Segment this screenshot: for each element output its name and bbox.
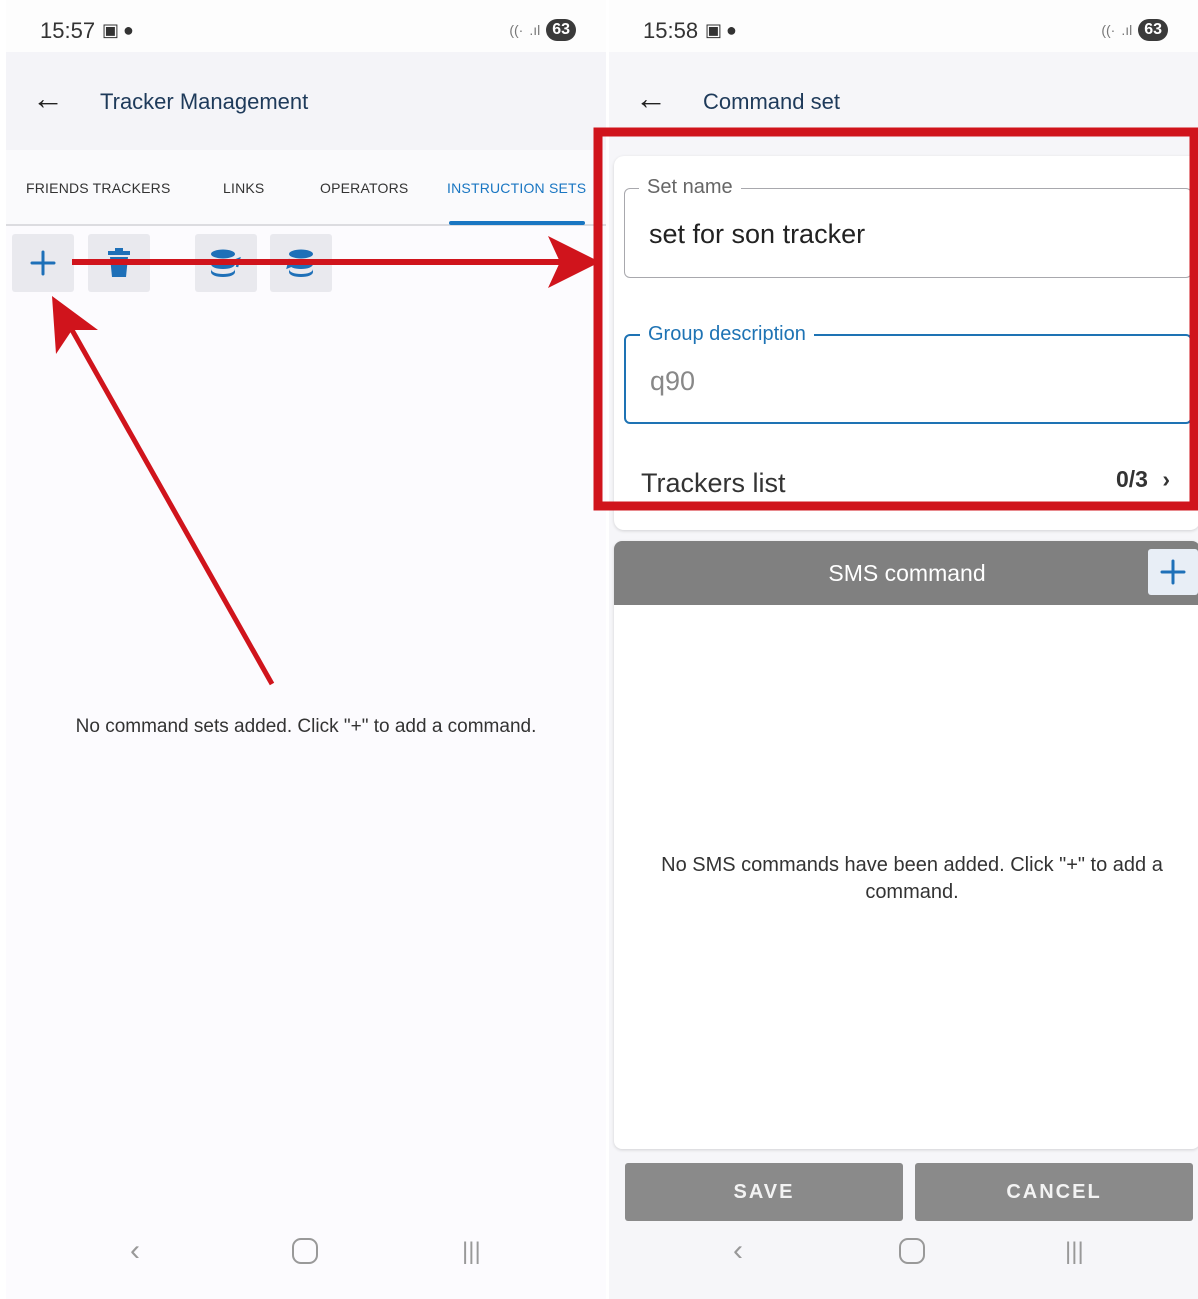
page-title: Command set [703, 89, 840, 114]
system-icons: ((· .ıl 63 [1101, 19, 1168, 41]
signal-icon: .ıl [529, 22, 541, 38]
nav-home-icon[interactable] [292, 1238, 318, 1264]
tab-links[interactable]: LINKS [223, 180, 264, 196]
sms-title: SMS command [828, 560, 986, 586]
status-time: 15:58 [643, 18, 699, 43]
command-set-screen: 15:58 ▣● ((· .ıl 63 ← Command set Set na… [609, 0, 1198, 1299]
delete-set-button[interactable] [88, 234, 150, 292]
tab-bar: FRIENDS TRACKERS LINKS OPERATORS INSTRUC… [6, 150, 606, 226]
export-sets-button[interactable] [195, 234, 257, 292]
save-button[interactable]: SAVE [625, 1163, 903, 1221]
nav-back-icon[interactable]: ‹ [733, 1234, 743, 1268]
sms-header: SMS command [614, 541, 1198, 605]
status-time: 15:57 [40, 18, 96, 43]
group-description-placeholder: q90 [650, 366, 696, 396]
add-sms-command-button[interactable] [1148, 549, 1198, 595]
import-sets-button[interactable] [270, 234, 332, 292]
database-import-icon [286, 249, 313, 277]
set-name-value: set for son tracker [649, 219, 866, 249]
active-tab-indicator [449, 221, 585, 225]
add-icon [1160, 559, 1186, 585]
app-bar: ← Tracker Management [6, 52, 606, 150]
tab-friends-trackers[interactable]: FRIENDS TRACKERS [26, 180, 171, 196]
group-description-field[interactable]: Group description q90 [624, 323, 1192, 424]
system-nav-bar: ‹ ||| [609, 1224, 1198, 1299]
set-name-field[interactable]: Set name set for son tracker [624, 176, 1192, 278]
notification-icons: ▣● [102, 20, 138, 40]
page-title: Tracker Management [100, 89, 309, 114]
nav-recents-icon[interactable]: ||| [462, 1238, 481, 1266]
empty-state-message: No command sets added. Click "+" to add … [75, 716, 537, 737]
tab-operators[interactable]: OPERATORS [320, 180, 408, 196]
group-description-label: Group description [640, 323, 814, 346]
wifi-icon: ((· [509, 22, 524, 38]
signal-icon: .ıl [1121, 22, 1133, 38]
sms-empty-message: No SMS commands have been added. Click "… [661, 854, 1163, 903]
status-bar: 15:58 ▣● ((· .ıl 63 [609, 0, 1198, 52]
back-arrow-icon[interactable]: ← [635, 82, 667, 114]
trackers-list-label[interactable]: Trackers list [641, 468, 786, 499]
back-arrow-icon[interactable]: ← [32, 82, 64, 114]
nav-recents-icon[interactable]: ||| [1065, 1238, 1084, 1266]
nav-home-icon[interactable] [899, 1238, 925, 1264]
trackers-count-value: 0/3 [1115, 466, 1148, 492]
add-set-button[interactable] [12, 234, 74, 292]
notification-icons: ▣● [705, 20, 741, 40]
tab-instruction-sets[interactable]: INSTRUCTION SETS [447, 180, 586, 196]
battery-icon: 63 [546, 19, 576, 41]
chevron-right-icon: › [1162, 466, 1170, 492]
status-bar: 15:57 ▣● ((· .ıl 63 [6, 0, 606, 52]
sms-commands-card: SMS command No SMS commands have been ad… [614, 541, 1198, 1149]
trackers-list-count[interactable]: 0/3 › [1116, 466, 1170, 493]
wifi-icon: ((· [1101, 22, 1116, 38]
app-bar: ← Command set [609, 52, 1198, 150]
battery-icon: 63 [1138, 19, 1168, 41]
system-icons: ((· .ıl 63 [509, 19, 576, 41]
database-export-icon [211, 249, 241, 277]
set-name-label: Set name [639, 176, 741, 199]
tracker-management-screen: 15:57 ▣● ((· .ıl 63 ← Tracker Management… [6, 0, 606, 1299]
add-icon [30, 250, 56, 276]
nav-back-icon[interactable]: ‹ [130, 1234, 140, 1268]
set-form-card: Set name set for son tracker Group descr… [614, 156, 1198, 530]
cancel-button[interactable]: CANCEL [915, 1163, 1193, 1221]
trash-icon [108, 248, 130, 277]
system-nav-bar: ‹ ||| [6, 1224, 606, 1299]
